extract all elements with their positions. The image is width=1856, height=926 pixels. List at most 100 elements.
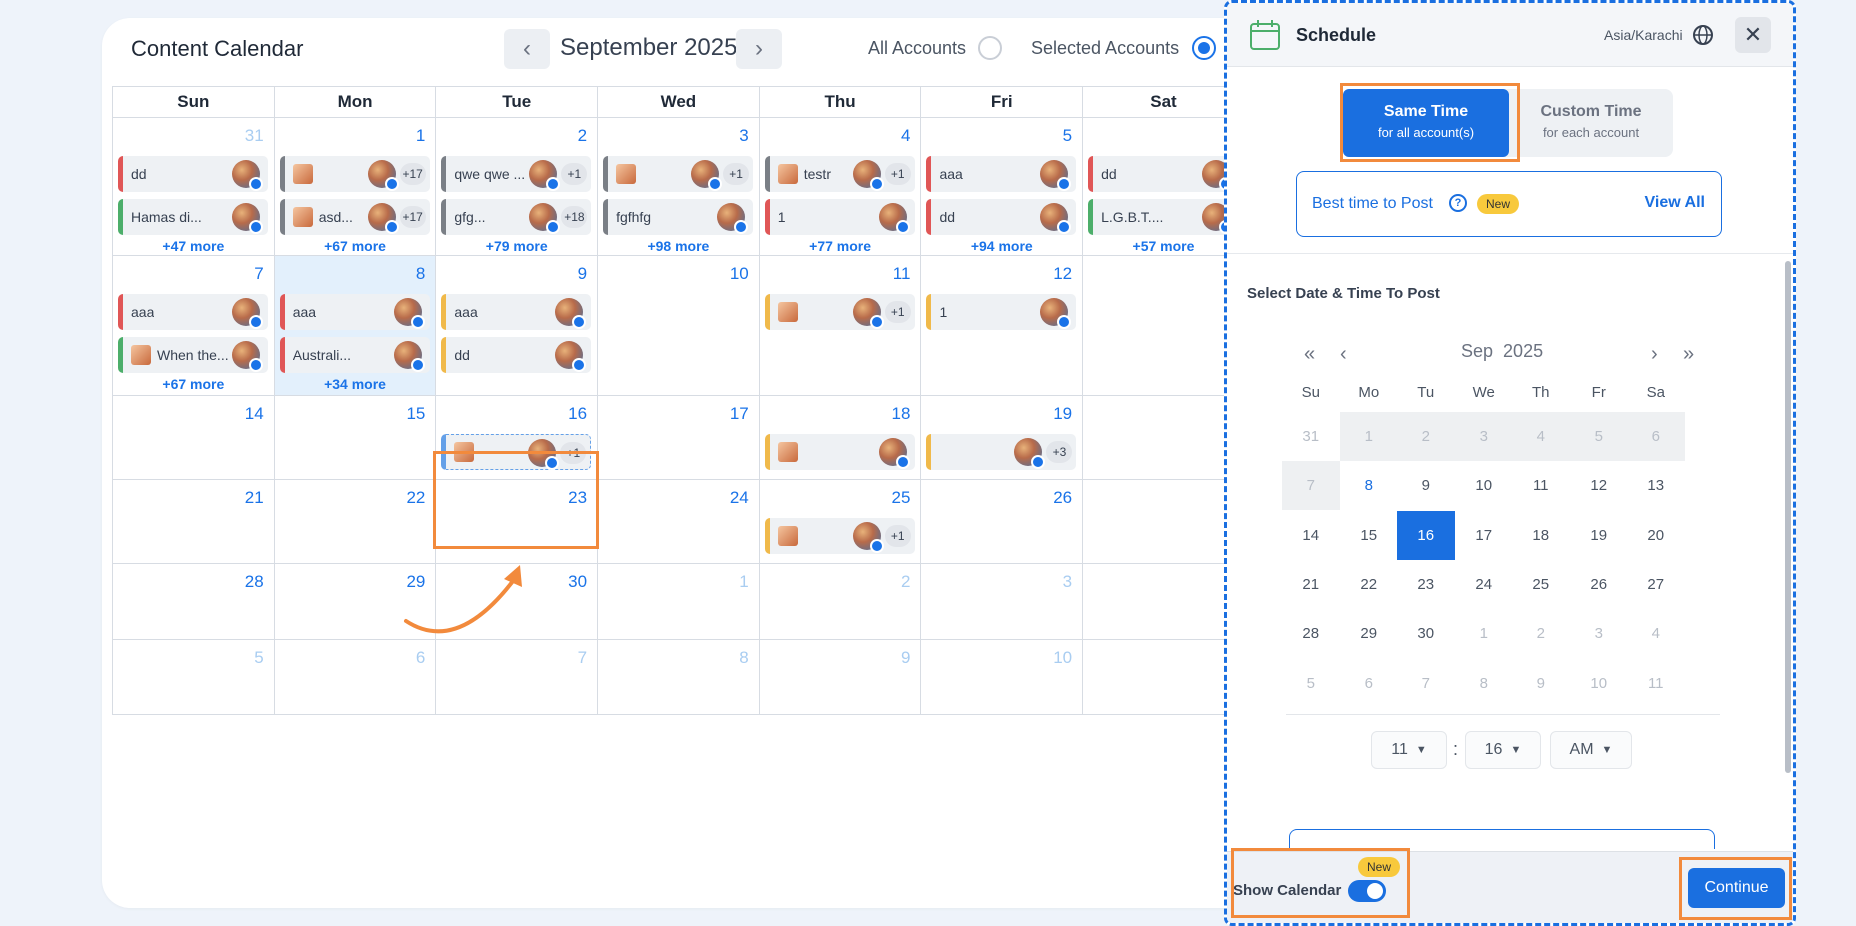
calendar-day-cell[interactable]: 10 <box>598 256 760 395</box>
calendar-day-cell[interactable]: 22 <box>275 480 437 563</box>
dp-day[interactable]: 19 <box>1570 511 1628 560</box>
globe-icon[interactable] <box>1692 24 1714 46</box>
calendar-day-cell[interactable]: 19 +3 <box>921 396 1084 479</box>
close-button[interactable]: ✕ <box>1735 17 1771 53</box>
post-card[interactable]: +1 <box>603 156 754 192</box>
calendar-day-cell[interactable]: 7 <box>436 640 599 714</box>
minute-select[interactable]: 16 ▼ <box>1465 731 1541 769</box>
selected-accounts-radio[interactable] <box>1192 36 1216 60</box>
post-card[interactable]: aaa <box>279 294 430 330</box>
calendar-day-cell[interactable]: 3 <box>921 564 1084 639</box>
calendar-day-cell[interactable]: 24 <box>598 480 760 563</box>
calendar-day-cell[interactable]: 7 aaa When the... +67 more <box>113 256 275 395</box>
post-card[interactable]: testr +1 <box>764 156 915 192</box>
calendar-day-cell[interactable]: 25 +1 <box>760 480 922 563</box>
more-posts-link[interactable]: +77 more <box>760 238 921 254</box>
post-card[interactable]: aaa <box>926 156 1077 192</box>
next-year-button[interactable]: » <box>1683 343 1694 366</box>
post-card[interactable]: +1 <box>764 518 915 554</box>
ampm-select[interactable]: AM ▼ <box>1550 731 1632 769</box>
calendar-day-cell[interactable]: dd L.G.B.T.... +57 more <box>1083 118 1245 255</box>
post-card[interactable]: +1 <box>764 294 915 330</box>
dp-day[interactable]: 18 <box>1512 511 1570 560</box>
next-month-button[interactable]: › <box>736 29 782 69</box>
dp-day[interactable]: 10 <box>1455 461 1513 510</box>
prev-year-button[interactable]: « <box>1304 343 1315 366</box>
dp-day[interactable]: 25 <box>1512 560 1570 609</box>
dp-day[interactable]: 27 <box>1627 560 1685 609</box>
calendar-day-cell[interactable]: 31 dd Hamas di... +47 more <box>113 118 275 255</box>
more-posts-link[interactable]: +98 more <box>598 238 759 254</box>
post-card[interactable]: When the... <box>118 337 268 373</box>
datepicker-month[interactable]: Sep 2025 <box>1461 341 1543 362</box>
post-card[interactable]: dd <box>118 156 268 192</box>
more-posts-link[interactable]: +67 more <box>275 238 436 254</box>
dp-day[interactable]: 22 <box>1340 560 1398 609</box>
more-posts-link[interactable]: +47 more <box>113 238 274 254</box>
post-card[interactable]: +3 <box>926 434 1077 470</box>
calendar-day-cell[interactable] <box>1083 640 1245 714</box>
calendar-day-cell[interactable]: 8 aaa Australi... +34 more <box>274 256 437 395</box>
next-month-dp-button[interactable]: › <box>1651 343 1658 366</box>
calendar-day-cell[interactable]: 9 <box>760 640 922 714</box>
dp-day[interactable]: 28 <box>1282 609 1340 658</box>
calendar-day-cell[interactable] <box>1083 396 1245 479</box>
dp-day[interactable]: 23 <box>1397 560 1455 609</box>
post-card[interactable]: 1 <box>926 294 1077 330</box>
calendar-day-cell[interactable]: 2 qwe qwe ... +1 gfg... +18 +79 more <box>436 118 599 255</box>
calendar-day-cell[interactable]: 8 <box>598 640 760 714</box>
dp-day[interactable]: 26 <box>1570 560 1628 609</box>
view-all-link[interactable]: View All <box>1645 194 1705 212</box>
post-card[interactable]: +17 <box>279 156 430 192</box>
dp-day[interactable]: 11 <box>1512 461 1570 510</box>
calendar-day-cell[interactable] <box>1083 480 1245 563</box>
dp-day[interactable]: 9 <box>1397 461 1455 510</box>
dp-day[interactable]: 14 <box>1282 511 1340 560</box>
dp-day[interactable]: 16 <box>1397 510 1455 560</box>
calendar-day-cell[interactable]: 5 aaa dd +94 more <box>921 118 1084 255</box>
calendar-day-cell[interactable]: 18 <box>760 396 922 479</box>
calendar-day-cell[interactable]: 1 <box>598 564 760 639</box>
dp-day[interactable]: 29 <box>1340 609 1398 658</box>
calendar-day-cell[interactable]: 1 +17 asd... +17 +67 more <box>275 118 437 255</box>
calendar-day-cell[interactable]: 4 testr +1 1 +77 more <box>760 118 922 255</box>
dp-day[interactable]: 13 <box>1627 461 1685 510</box>
dp-day[interactable]: 17 <box>1455 511 1513 560</box>
panel-scrollbar[interactable] <box>1785 261 1791 773</box>
calendar-day-cell[interactable]: 2 <box>760 564 922 639</box>
calendar-day-cell[interactable]: 9 aaa dd <box>436 256 599 395</box>
post-card[interactable]: Australi... <box>279 337 430 373</box>
post-card[interactable]: dd <box>1088 156 1239 192</box>
calendar-day-cell[interactable]: 10 <box>921 640 1084 714</box>
calendar-day-cell[interactable]: 3 +1 fgfhfg +98 more <box>598 118 760 255</box>
hour-select[interactable]: 11 ▼ <box>1371 731 1447 769</box>
more-posts-link[interactable]: +34 more <box>275 376 436 392</box>
dp-day[interactable]: 8 <box>1340 461 1398 510</box>
post-card[interactable]: aaa <box>441 294 592 330</box>
calendar-day-cell[interactable]: 6 <box>275 640 437 714</box>
post-card[interactable]: L.G.B.T.... <box>1088 199 1239 235</box>
more-posts-link[interactable]: +79 more <box>436 238 597 254</box>
calendar-day-cell[interactable]: 15 <box>275 396 437 479</box>
post-card[interactable]: fgfhfg <box>603 199 754 235</box>
calendar-day-cell[interactable] <box>1083 256 1245 395</box>
post-card[interactable]: asd... +17 <box>279 199 430 235</box>
dp-day[interactable]: 12 <box>1570 461 1628 510</box>
dp-day[interactable]: 20 <box>1627 511 1685 560</box>
calendar-day-cell[interactable]: 21 <box>113 480 275 563</box>
dp-day[interactable]: 21 <box>1282 560 1340 609</box>
calendar-day-cell[interactable]: 12 1 <box>921 256 1084 395</box>
calendar-day-cell[interactable]: 14 <box>113 396 275 479</box>
help-icon[interactable]: ? <box>1449 194 1467 212</box>
dp-day[interactable]: 30 <box>1397 609 1455 658</box>
post-card[interactable]: 1 <box>764 199 915 235</box>
all-accounts-radio[interactable] <box>978 36 1002 60</box>
prev-month-dp-button[interactable]: ‹ <box>1340 343 1347 366</box>
post-card[interactable]: gfg... +18 <box>441 199 592 235</box>
post-card[interactable]: qwe qwe ... +1 <box>441 156 592 192</box>
calendar-day-cell[interactable]: 5 <box>113 640 275 714</box>
post-card[interactable]: dd <box>926 199 1077 235</box>
post-card[interactable] <box>764 434 915 470</box>
post-card[interactable]: Hamas di... <box>118 199 268 235</box>
prev-month-button[interactable]: ‹ <box>504 29 550 69</box>
